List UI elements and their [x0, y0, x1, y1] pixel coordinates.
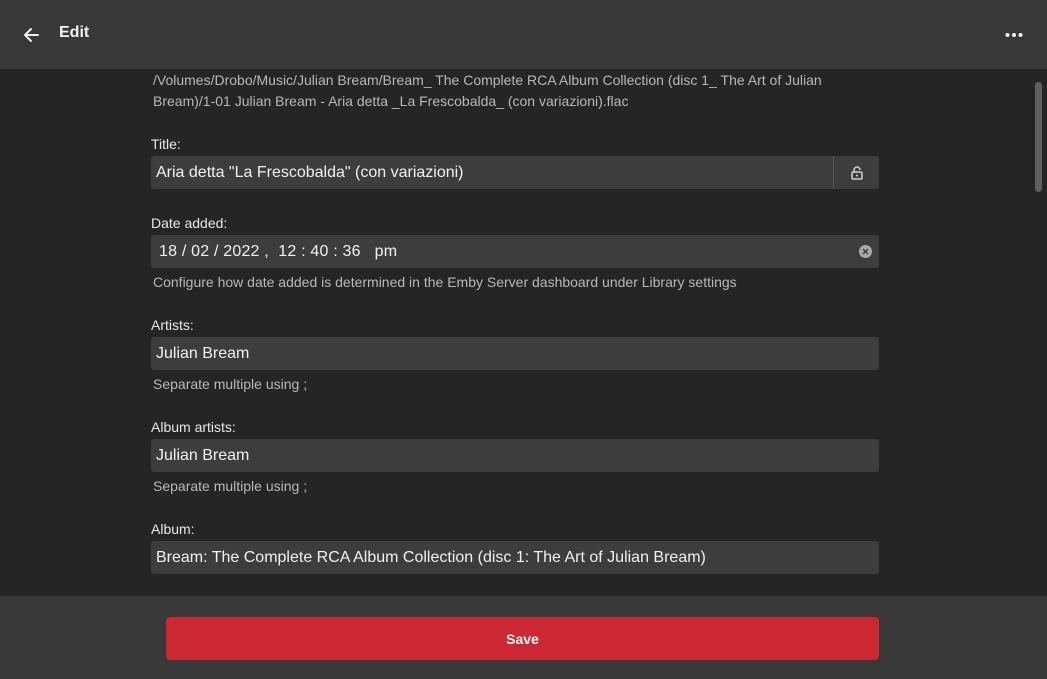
album-artists-field[interactable]: Julian Bream: [151, 439, 879, 472]
album-label: Album:: [151, 521, 195, 537]
more-options-button[interactable]: [1001, 22, 1027, 48]
album-value[interactable]: Bream: The Complete RCA Album Collection…: [151, 549, 879, 567]
back-button[interactable]: [18, 22, 44, 48]
title-value[interactable]: Aria detta "La Frescobalda" (con variazi…: [151, 164, 833, 182]
date-added-field[interactable]: 18 / 02 / 2022 , 12 : 40 : 36 pm: [151, 235, 879, 268]
arrow-left-icon: [24, 28, 39, 42]
more-horizontal-icon: [1005, 33, 1023, 37]
footer-bar: Save: [0, 596, 1047, 679]
file-path: /Volumes/Drobo/Music/Julian Bream/Bream_…: [153, 72, 822, 109]
scrollbar-thumb[interactable]: [1035, 82, 1042, 192]
album-artists-label: Album artists:: [151, 419, 236, 435]
lock-icon: [850, 165, 863, 180]
title-field[interactable]: Aria detta "La Frescobalda" (con variazi…: [151, 156, 879, 189]
artists-help: Separate multiple using ;: [153, 376, 308, 392]
artists-field[interactable]: Julian Bream: [151, 337, 879, 370]
app-header: Edit: [0, 0, 1047, 69]
edit-form: /Volumes/Drobo/Music/Julian Bream/Bream_…: [0, 69, 1047, 596]
page-title: Edit: [59, 24, 90, 41]
clear-icon: [862, 248, 869, 255]
album-field[interactable]: Bream: The Complete RCA Album Collection…: [151, 541, 879, 574]
date-clear-button[interactable]: [859, 245, 872, 258]
title-lock-button[interactable]: [833, 156, 879, 189]
title-label: Title:: [151, 136, 181, 152]
date-added-value[interactable]: 18 / 02 / 2022 , 12 : 40 : 36 pm: [151, 243, 397, 261]
date-added-help: Configure how date added is determined i…: [153, 274, 737, 290]
date-added-label: Date added:: [151, 215, 228, 231]
album-artists-value[interactable]: Julian Bream: [151, 447, 879, 465]
artists-value[interactable]: Julian Bream: [151, 345, 879, 363]
album-artists-help: Separate multiple using ;: [153, 478, 308, 494]
artists-label: Artists:: [151, 317, 194, 333]
save-button[interactable]: Save: [166, 617, 879, 660]
